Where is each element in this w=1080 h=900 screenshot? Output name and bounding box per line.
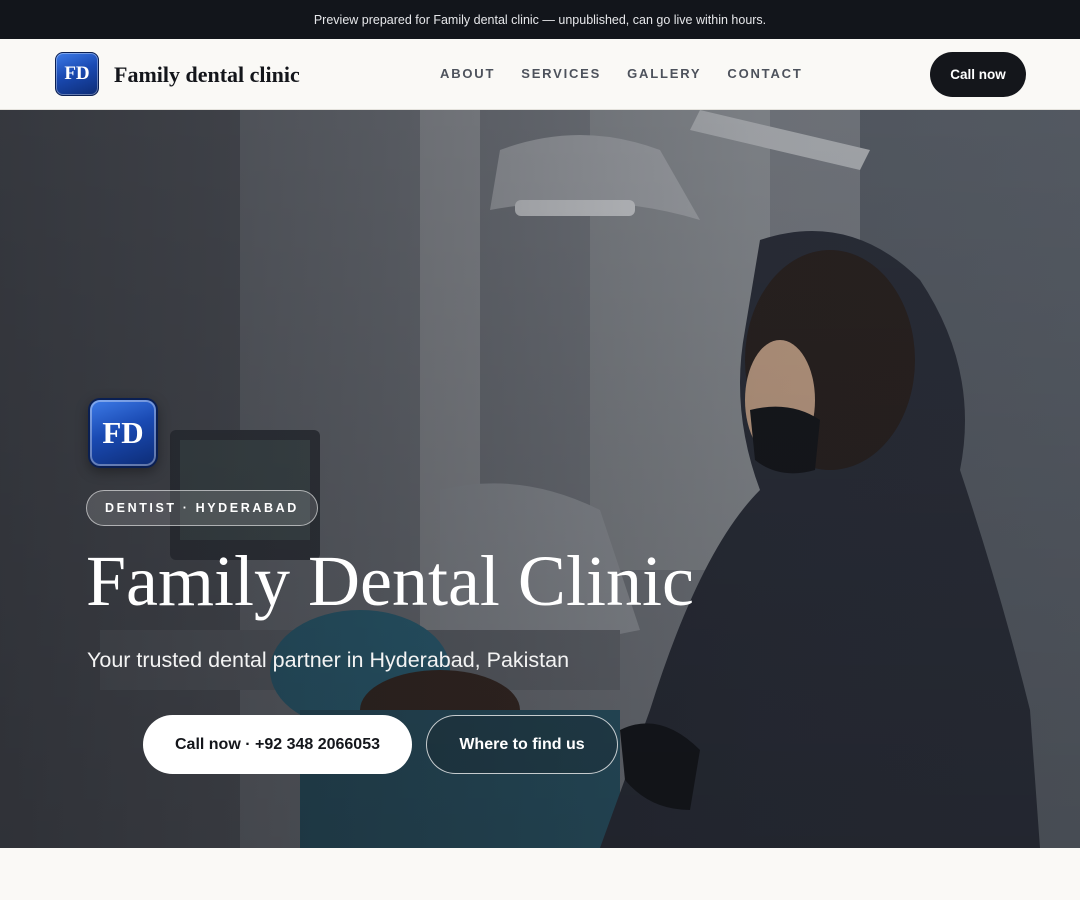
- hero-call-button[interactable]: Call now · +92 348 2066053: [143, 715, 412, 774]
- hero-logo-text: FD: [102, 415, 144, 450]
- nav-contact[interactable]: CONTACT: [727, 66, 802, 81]
- brand-name[interactable]: Family dental clinic: [114, 62, 300, 88]
- next-section: [0, 848, 1080, 900]
- hero-subtitle: Your trusted dental partner in Hyderabad…: [87, 648, 570, 672]
- header-call-button[interactable]: Call now: [930, 52, 1026, 97]
- hero-title: Family Dental Clinic: [86, 541, 694, 621]
- main-nav: ABOUT SERVICES GALLERY CONTACT: [440, 66, 803, 81]
- hero-find-button[interactable]: Where to find us: [426, 715, 618, 774]
- logo-icon[interactable]: FD: [55, 52, 99, 96]
- nav-about[interactable]: ABOUT: [440, 66, 495, 81]
- nav-services[interactable]: SERVICES: [521, 66, 601, 81]
- preview-banner-text: Preview prepared for Family dental clini…: [313, 12, 767, 27]
- nav-gallery[interactable]: GALLERY: [627, 66, 701, 81]
- site-header: FD Family dental clinic ABOUT SERVICES G…: [0, 39, 1080, 110]
- hero-category-badge: DENTIST · HYDERABAD: [86, 490, 318, 526]
- preview-banner: Preview prepared for Family dental clini…: [0, 0, 1080, 39]
- hero-logo-icon: FD: [88, 398, 158, 468]
- logo-text: FD: [64, 63, 90, 84]
- hero-section: FD DENTIST · HYDERABAD Family Dental Cli…: [0, 110, 1080, 848]
